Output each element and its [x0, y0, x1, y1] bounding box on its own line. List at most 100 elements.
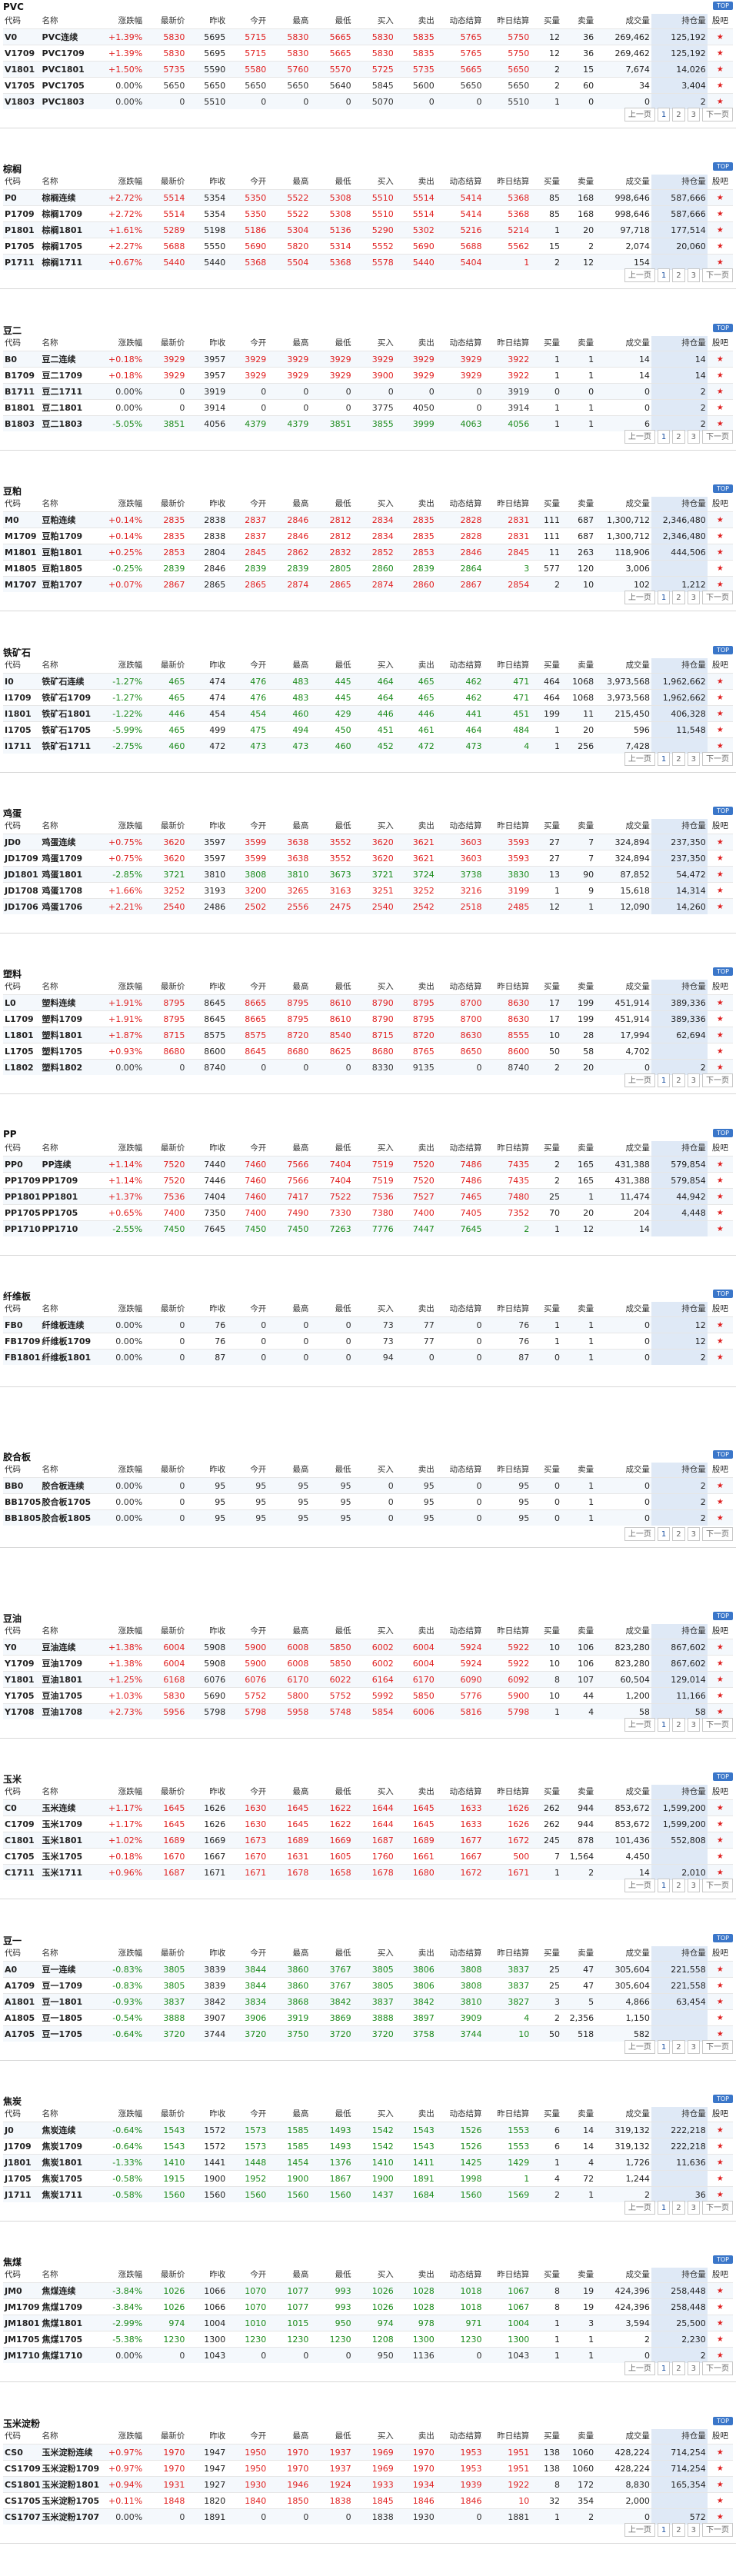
- contract-name[interactable]: 焦炭1709: [40, 2138, 100, 2155]
- forum-star-icon[interactable]: ★: [707, 2025, 733, 2042]
- table-row[interactable]: P1801 棕榈1801 +1.61% 5289 5198 5186 5304 5136 529…: [3, 221, 733, 238]
- contract-name[interactable]: PVC1803: [40, 93, 100, 109]
- forum-star-icon[interactable]: ★: [707, 528, 733, 544]
- column-header[interactable]: 股吧: [707, 14, 733, 29]
- contract-name[interactable]: 豆二1801: [40, 399, 100, 416]
- contract-name[interactable]: 塑料1709: [40, 1010, 100, 1027]
- column-header[interactable]: 股吧: [707, 658, 733, 674]
- table-row[interactable]: L1709 塑料1709 +1.91% 8795 8645 8665 8795 8610 879…: [3, 1010, 733, 1027]
- page-number-button[interactable]: 2: [672, 268, 685, 282]
- column-header[interactable]: 股吧: [707, 497, 733, 512]
- contract-code[interactable]: V1709: [3, 45, 41, 62]
- page-number-button[interactable]: 3: [687, 1527, 700, 1541]
- forum-star-icon[interactable]: ★: [707, 1477, 733, 1494]
- contract-name[interactable]: 焦炭1711: [40, 2186, 100, 2202]
- table-row[interactable]: B1711 豆二1711 0.00% 0 3919 0 0 0 0 0 0 3919 0 0 0 2 ★: [3, 383, 733, 400]
- table-row[interactable]: V1801 PVC1801 +1.50% 5735 5590 5580 5760 5570 57…: [3, 61, 733, 78]
- table-row[interactable]: L1802 塑料1802 0.00% 0 8740 0 0 0 8330 9135 0 8740 2 20…: [3, 1059, 733, 1075]
- contract-code[interactable]: L1709: [3, 1010, 41, 1027]
- page-number-button[interactable]: 2: [672, 1718, 685, 1732]
- column-header[interactable]: 股吧: [707, 2268, 733, 2283]
- contract-code[interactable]: PP1801: [3, 1188, 41, 1205]
- forum-star-icon[interactable]: ★: [707, 850, 733, 867]
- contract-name[interactable]: 豆粕1709: [40, 528, 100, 544]
- contract-name[interactable]: 豆油1709: [40, 1655, 100, 1672]
- prev-page-button[interactable]: 上一页: [624, 2361, 655, 2375]
- contract-code[interactable]: CS1801: [3, 2476, 41, 2493]
- contract-name[interactable]: 焦煤1710: [40, 2347, 100, 2363]
- contract-name[interactable]: 玉米连续: [40, 1799, 100, 1816]
- table-row[interactable]: JD1708 鸡蛋1708 +1.66% 3252 3193 3200 3265 3163 32…: [3, 882, 733, 899]
- contract-name[interactable]: 豆二连续: [40, 351, 100, 368]
- page-number-button[interactable]: 2: [672, 1073, 685, 1087]
- table-row[interactable]: C1705 玉米1705 +0.18% 1670 1667 1670 1631 1605 176…: [3, 1848, 733, 1865]
- contract-name[interactable]: 玉米淀粉1707: [40, 2508, 100, 2524]
- forum-star-icon[interactable]: ★: [707, 61, 733, 78]
- table-row[interactable]: I1709 铁矿石1709 -1.27% 465 474 476 483 445 464 465 4…: [3, 689, 733, 706]
- table-row[interactable]: M1709 豆粕1709 +0.14% 2835 2838 2837 2846 2812 283…: [3, 528, 733, 544]
- forum-star-icon[interactable]: ★: [707, 866, 733, 883]
- column-header[interactable]: 股吧: [707, 1785, 733, 1800]
- table-row[interactable]: JM1709 焦煤1709 -3.84% 1026 1066 1070 1077 993 102…: [3, 2298, 733, 2315]
- forum-star-icon[interactable]: ★: [707, 1349, 733, 1365]
- forum-star-icon[interactable]: ★: [707, 1156, 733, 1173]
- forum-star-icon[interactable]: ★: [707, 1799, 733, 1816]
- table-row[interactable]: P0 棕榈连续 +2.72% 5514 5354 5350 5522 5308 5510 5514…: [3, 189, 733, 206]
- forum-star-icon[interactable]: ★: [707, 1010, 733, 1027]
- table-row[interactable]: BB1805 胶合板1805 0.00% 0 95 95 95 95 0 95 0 95 0 1 0 2 ★: [3, 1509, 733, 1526]
- contract-code[interactable]: B1801: [3, 399, 41, 416]
- contract-name[interactable]: 纤维板1801: [40, 1349, 100, 1365]
- contract-name[interactable]: 纤维板连续: [40, 1316, 100, 1333]
- contract-code[interactable]: B0: [3, 351, 41, 368]
- forum-star-icon[interactable]: ★: [707, 737, 733, 754]
- back-to-top-button[interactable]: TOP: [713, 2255, 733, 2264]
- contract-code[interactable]: PP1709: [3, 1172, 41, 1189]
- contract-name[interactable]: 焦煤1705: [40, 2331, 100, 2348]
- back-to-top-button[interactable]: TOP: [713, 162, 733, 171]
- forum-star-icon[interactable]: ★: [707, 2315, 733, 2331]
- contract-name[interactable]: 豆油1705: [40, 1687, 100, 1704]
- column-header[interactable]: 股吧: [707, 175, 733, 190]
- prev-page-button[interactable]: 上一页: [624, 591, 655, 604]
- forum-star-icon[interactable]: ★: [707, 1172, 733, 1189]
- contract-code[interactable]: M1801: [3, 544, 41, 561]
- back-to-top-button[interactable]: TOP: [713, 1934, 733, 1942]
- page-number-button[interactable]: 2: [672, 430, 685, 444]
- table-row[interactable]: I0 铁矿石连续 -1.27% 465 474 476 483 445 464 465 462 471…: [3, 673, 733, 690]
- contract-code[interactable]: A1705: [3, 2025, 41, 2042]
- forum-star-icon[interactable]: ★: [707, 2009, 733, 2026]
- table-row[interactable]: M1805 豆粕1805 -0.25% 2839 2846 2839 2839 2805 286…: [3, 560, 733, 577]
- prev-page-button[interactable]: 上一页: [624, 752, 655, 766]
- contract-code[interactable]: C1705: [3, 1848, 41, 1865]
- contract-name[interactable]: 豆油1801: [40, 1671, 100, 1688]
- contract-name[interactable]: 塑料1801: [40, 1027, 100, 1043]
- forum-star-icon[interactable]: ★: [707, 1816, 733, 1832]
- forum-star-icon[interactable]: ★: [707, 2154, 733, 2171]
- back-to-top-button[interactable]: TOP: [713, 484, 733, 493]
- contract-code[interactable]: FB0: [3, 1316, 41, 1333]
- back-to-top-button[interactable]: TOP: [713, 1772, 733, 1781]
- forum-star-icon[interactable]: ★: [707, 2138, 733, 2155]
- contract-name[interactable]: 玉米1705: [40, 1848, 100, 1865]
- next-page-button[interactable]: 下一页: [702, 1718, 733, 1732]
- contract-name[interactable]: 豆二1803: [40, 415, 100, 431]
- contract-code[interactable]: B1711: [3, 383, 41, 400]
- contract-name[interactable]: PP1801: [40, 1188, 100, 1205]
- contract-code[interactable]: Y0: [3, 1639, 41, 1656]
- contract-code[interactable]: V1803: [3, 93, 41, 109]
- back-to-top-button[interactable]: TOP: [713, 324, 733, 332]
- forum-star-icon[interactable]: ★: [707, 1639, 733, 1656]
- table-row[interactable]: Y0 豆油连续 +1.38% 6004 5908 5900 6008 5850 6002 6004…: [3, 1639, 733, 1656]
- contract-code[interactable]: V1705: [3, 77, 41, 94]
- contract-code[interactable]: L1801: [3, 1027, 41, 1043]
- forum-star-icon[interactable]: ★: [707, 2298, 733, 2315]
- forum-star-icon[interactable]: ★: [707, 2331, 733, 2348]
- table-row[interactable]: Y1801 豆油1801 +1.25% 6168 6076 6076 6170 6022 616…: [3, 1671, 733, 1688]
- forum-star-icon[interactable]: ★: [707, 1703, 733, 1719]
- table-row[interactable]: B1709 豆二1709 +0.18% 3929 3957 3929 3929 3929 390…: [3, 367, 733, 384]
- page-number-button[interactable]: 1: [657, 2040, 671, 2054]
- forum-star-icon[interactable]: ★: [707, 399, 733, 416]
- table-row[interactable]: FB1801 纤维板1801 0.00% 0 87 0 0 0 94 0 0 87 0 1 0 2 ★: [3, 1349, 733, 1365]
- forum-star-icon[interactable]: ★: [707, 367, 733, 384]
- forum-star-icon[interactable]: ★: [707, 1961, 733, 1978]
